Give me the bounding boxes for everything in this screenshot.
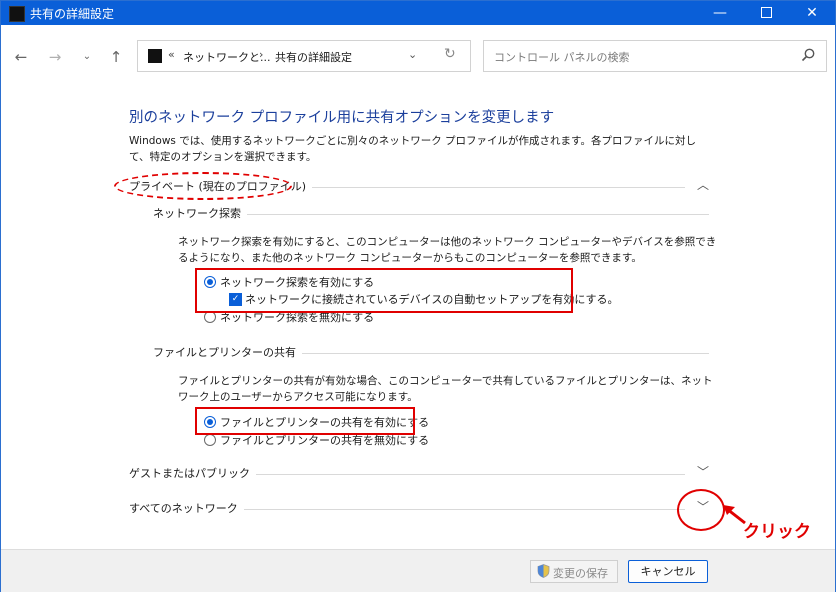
section-guest-public-label: ゲストまたはパブリック [129, 465, 256, 481]
annotation-click-label: クリック [743, 522, 811, 542]
maximize-button[interactable] [743, 1, 789, 25]
window-title: 共有の詳細設定 [30, 7, 115, 21]
search-placeholder: コントロール パネルの検索 [494, 51, 630, 64]
subsection-network-discovery: ネットワーク探索 [153, 204, 709, 222]
breadcrumb-overflow[interactable]: « [168, 48, 175, 61]
highlight-sharing-box [195, 407, 415, 435]
maximize-icon [760, 6, 772, 18]
breadcrumb-separator[interactable]: › [259, 48, 263, 61]
section-guest-public[interactable]: ゲストまたはパブリック ﹀ [129, 464, 711, 482]
advanced-sharing-window: 共有の詳細設定 — ✕ ← → ⌄ ↑ « ネットワークと... › 共有の詳細… [0, 0, 836, 592]
subsection-network-discovery-label: ネットワーク探索 [153, 205, 247, 221]
save-changes-label: 変更の保存 [553, 567, 608, 580]
subsection-file-sharing: ファイルとプリンターの共有 [153, 343, 709, 361]
search-icon[interactable] [800, 47, 816, 63]
search-input[interactable]: コントロール パネルの検索 [483, 40, 827, 72]
control-panel-icon [148, 49, 162, 63]
navigation-bar: ← → ⌄ ↑ « ネットワークと... › 共有の詳細設定 ⌄ ↻ コントロー… [1, 25, 835, 89]
address-dropdown[interactable]: ⌄ [408, 48, 417, 61]
address-bar[interactable]: « ネットワークと... › 共有の詳細設定 ⌄ ↻ [137, 40, 471, 72]
section-all-networks-label: すべてのネットワーク [129, 500, 244, 516]
up-button[interactable]: ↑ [104, 45, 128, 69]
chevron-down-icon[interactable]: ﹀ [697, 463, 709, 480]
close-button[interactable]: ✕ [789, 1, 835, 25]
breadcrumb-network[interactable]: ネットワークと... [183, 49, 271, 65]
page-title: 別のネットワーク プロファイル用に共有オプションを変更します [129, 110, 555, 126]
file-sharing-description: ファイルとプリンターの共有が有効な場合、このコンピューターで共有しているファイル… [178, 375, 713, 403]
cancel-button[interactable]: キャンセル [628, 560, 708, 583]
save-changes-button[interactable]: 変更の保存 [530, 560, 618, 583]
refresh-button[interactable]: ↻ [444, 46, 456, 62]
breadcrumb-advanced-sharing[interactable]: 共有の詳細設定 [275, 49, 352, 65]
forward-button[interactable]: → [43, 45, 67, 69]
highlight-discovery-box [195, 268, 573, 313]
recent-locations-button[interactable]: ⌄ [75, 45, 99, 69]
highlight-private-oval [114, 172, 292, 200]
network-discovery-description: ネットワーク探索を有効にすると、このコンピューターは他のネットワーク コンピュー… [178, 236, 717, 264]
minimize-button[interactable]: — [697, 1, 743, 25]
shield-icon [537, 564, 550, 578]
title-bar: 共有の詳細設定 — ✕ [1, 1, 835, 25]
section-all-networks[interactable]: すべてのネットワーク ﹀ [129, 499, 711, 517]
sharing-off-radio[interactable] [204, 434, 216, 446]
footer-bar: 変更の保存 キャンセル [1, 549, 835, 592]
chevron-up-icon[interactable]: ︿ [697, 176, 709, 193]
control-panel-icon [9, 6, 25, 22]
subsection-file-sharing-label: ファイルとプリンターの共有 [153, 344, 302, 360]
back-button[interactable]: ← [9, 45, 33, 69]
page-description: Windows では、使用するネットワークごとに別々のネットワーク プロファイル… [129, 135, 696, 163]
highlight-all-networks-circle [677, 489, 725, 531]
